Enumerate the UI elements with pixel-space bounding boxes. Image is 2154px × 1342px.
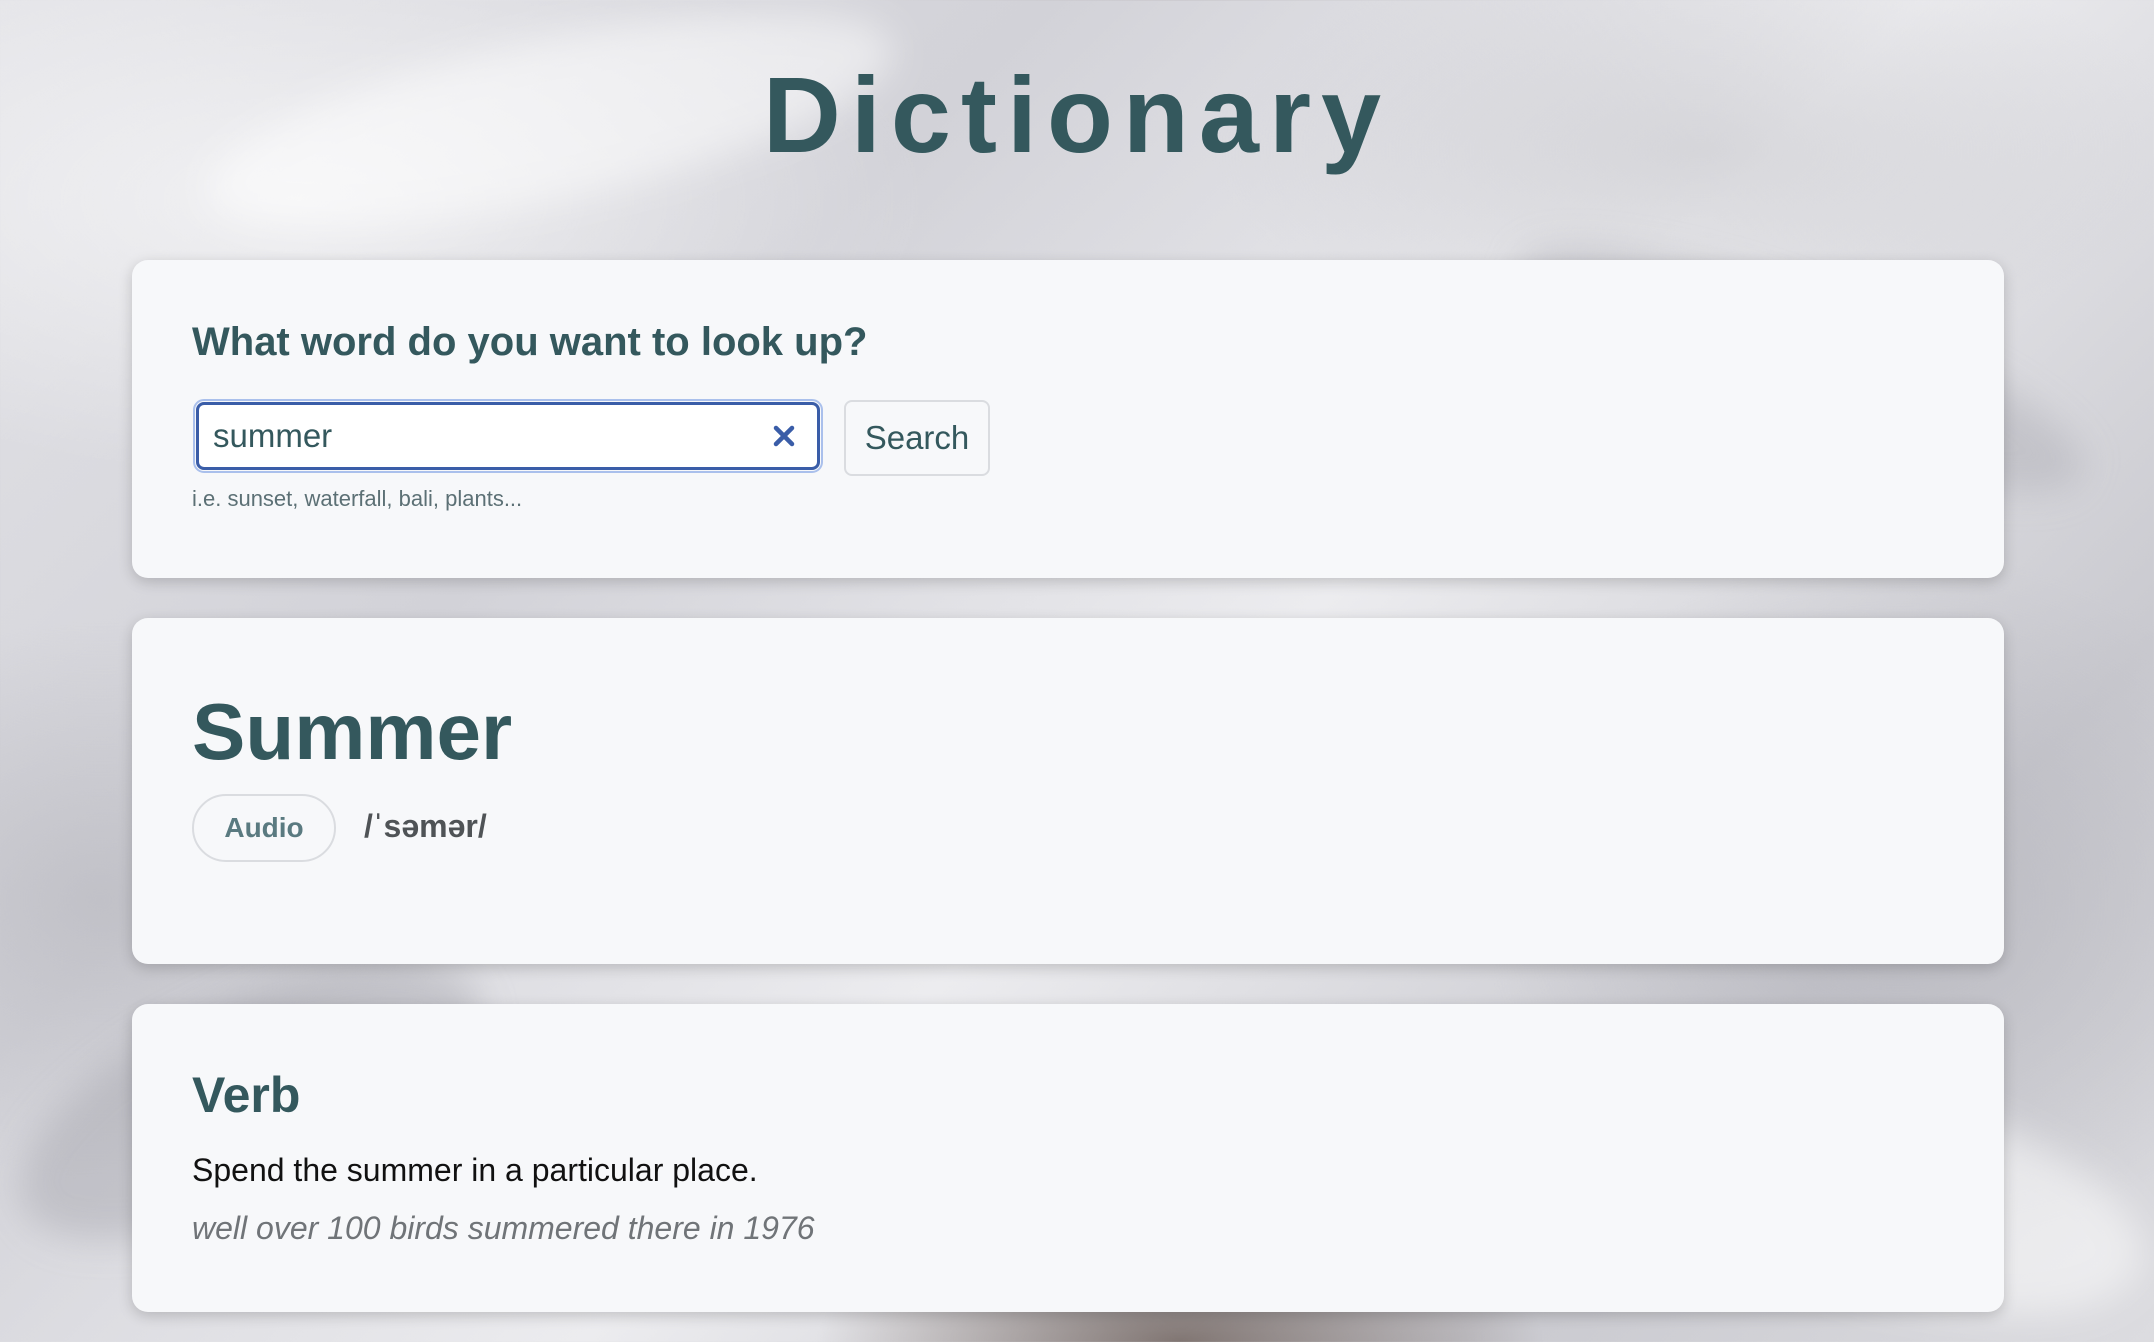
search-button[interactable]: Search (844, 400, 990, 476)
meaning-card: Verb Spend the summer in a particular pl… (132, 1004, 2004, 1312)
phonetic-text: /ˈsəmər/ (364, 808, 487, 844)
example-text: well over 100 birds summered there in 19… (192, 1210, 815, 1246)
search-hint: i.e. sunset, waterfall, bali, plants... (192, 486, 523, 511)
search-input[interactable] (213, 405, 753, 467)
word-card: Summer Audio /ˈsəmər/ (132, 618, 2004, 964)
search-heading: What word do you want to look up? (192, 320, 868, 364)
search-card: What word do you want to look up? Search… (132, 260, 2004, 578)
definition-text: Spend the summer in a particular place. (192, 1152, 758, 1188)
audio-button[interactable]: Audio (192, 794, 336, 862)
part-of-speech: Verb (192, 1067, 301, 1123)
page-title: Dictionary (762, 54, 1392, 175)
search-box[interactable] (193, 399, 823, 473)
word-title: Summer (192, 687, 513, 776)
close-icon[interactable] (769, 421, 799, 451)
